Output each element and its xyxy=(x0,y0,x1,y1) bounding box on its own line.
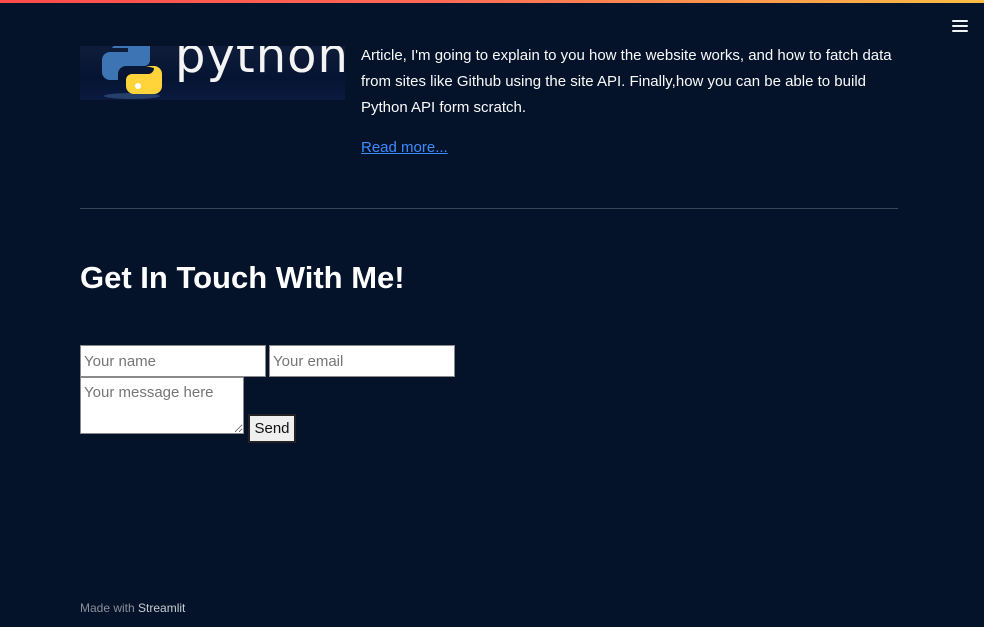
hamburger-menu-icon xyxy=(952,20,968,32)
read-more-link[interactable]: Read more... xyxy=(361,137,448,159)
contact-heading: Get In Touch With Me! xyxy=(80,260,405,295)
article-excerpt: Article, I'm going to explain to you how… xyxy=(361,47,892,116)
thumbnail-logo-text: python xyxy=(175,46,345,84)
name-input[interactable] xyxy=(80,345,266,377)
message-textarea[interactable] xyxy=(80,377,244,434)
email-input[interactable] xyxy=(269,345,455,377)
section-divider xyxy=(80,208,898,209)
streamlit-link[interactable]: Streamlit xyxy=(138,601,185,615)
footer-prefix: Made with xyxy=(80,601,135,615)
footer: Made with Streamlit xyxy=(80,600,185,616)
article-thumbnail: python xyxy=(80,46,345,100)
header-accent-bar xyxy=(0,0,984,3)
main-menu-button[interactable] xyxy=(948,14,972,38)
streamlit-app: python Article, I'm going to explain to … xyxy=(0,0,984,627)
send-button[interactable]: Send xyxy=(248,414,296,443)
